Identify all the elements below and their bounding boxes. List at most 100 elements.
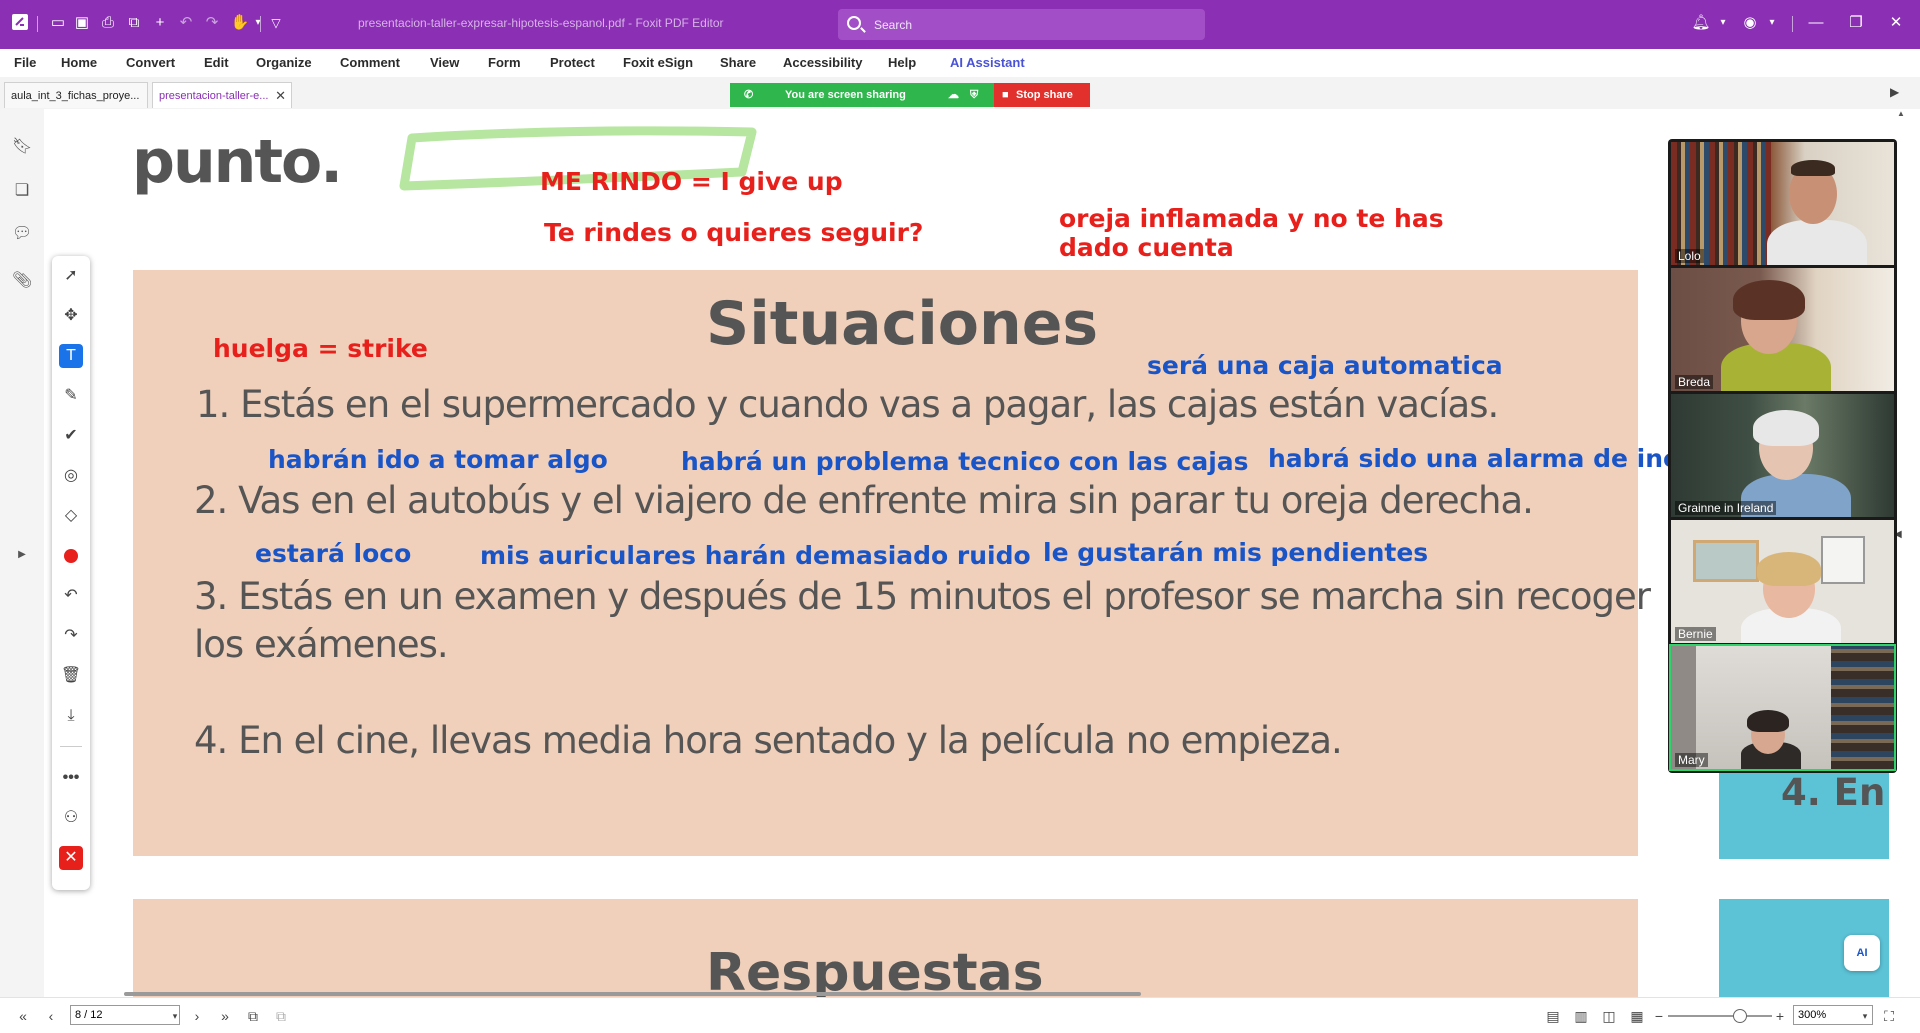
delete-annotations-icon[interactable]: 🗑︎ — [59, 664, 83, 688]
menu-form[interactable]: Form — [488, 55, 521, 70]
attachments-icon[interactable]: 📎︎ — [12, 271, 32, 291]
zoom-slider-handle[interactable] — [1733, 1009, 1747, 1023]
menu-convert[interactable]: Convert — [126, 55, 175, 70]
situation-item-4: 4. En el cine, llevas media hora sentado… — [194, 719, 1343, 762]
customize-quick-access-icon[interactable]: ▽ — [266, 13, 286, 33]
menu-protect[interactable]: Protect — [550, 55, 595, 70]
annotation-problema[interactable]: habrá un problema tecnico con las cajas — [681, 447, 1249, 476]
new-doc-icon[interactable]: + — [150, 13, 170, 33]
comments-icon[interactable]: 💬︎ — [12, 224, 32, 244]
menu-ai-assistant[interactable]: AI Assistant — [950, 55, 1025, 70]
facing-view-icon[interactable]: ◫ — [1600, 1007, 1618, 1025]
tab-presentacion[interactable]: presentacion-taller-e... ✕ — [152, 82, 292, 108]
save-icon[interactable]: ▣ — [72, 13, 92, 33]
redo-icon[interactable]: ↷ — [202, 13, 222, 33]
annotation-auriculares[interactable]: mis auriculares harán demasiado ruido — [480, 541, 1031, 570]
bookmark-icon[interactable]: 🔖︎ — [12, 137, 32, 157]
fullscreen-icon[interactable]: ⛶ — [1880, 1007, 1898, 1025]
account-icon[interactable]: ◉ — [1740, 13, 1760, 33]
search-box[interactable] — [838, 9, 1205, 40]
participant-tile[interactable]: Bernie — [1671, 520, 1894, 643]
participant-tile[interactable]: Lolo — [1671, 142, 1894, 265]
minimize-icon[interactable]: — — [1806, 13, 1826, 33]
zoom-out-icon[interactable]: − — [1650, 1007, 1668, 1025]
page-number-input[interactable] — [70, 1005, 180, 1025]
close-tab-icon[interactable]: ✕ — [275, 83, 286, 108]
stamp-icon[interactable]: ◎ — [59, 464, 83, 488]
more-options-icon[interactable]: ••• — [59, 766, 83, 790]
hand-tool-dropdown-icon[interactable]: ▾ — [248, 13, 268, 33]
next-page-icon[interactable]: › — [188, 1007, 206, 1025]
menu-home[interactable]: Home — [61, 55, 97, 70]
tab-scroll-right-icon[interactable]: ▶ — [1890, 85, 1899, 99]
annotator-name-icon[interactable]: ⚇ — [59, 806, 83, 830]
zoom-dropdown-icon[interactable]: ▾ — [1856, 1007, 1874, 1025]
save-annotations-icon[interactable]: ⤓ — [59, 704, 83, 728]
open-folder-icon[interactable]: ▭ — [48, 13, 68, 33]
annotation-me-rindo[interactable]: ME RINDO = I give up — [540, 167, 843, 196]
search-input[interactable] — [872, 15, 1176, 35]
annotation-ido[interactable]: habrán ido a tomar algo — [268, 445, 608, 474]
checkmark-icon[interactable]: ✔ — [59, 424, 83, 448]
undo-annotation-icon[interactable]: ↶ — [59, 584, 83, 608]
participant-tile[interactable]: Breda — [1671, 268, 1894, 391]
scroll-up-icon[interactable]: ▲ — [1897, 109, 1909, 118]
single-page-view-icon[interactable]: ▤ — [1544, 1007, 1562, 1025]
annotation-huelga[interactable]: huelga = strike — [213, 334, 428, 363]
redo-annotation-icon[interactable]: ↷ — [59, 624, 83, 648]
ai-assistant-float-icon[interactable]: AI — [1844, 935, 1880, 971]
move-icon[interactable]: ✥ — [59, 304, 83, 328]
stop-share-button[interactable]: ■ Stop share — [994, 83, 1090, 107]
first-page-icon[interactable]: « — [14, 1007, 32, 1025]
text-tool-icon[interactable]: T — [59, 344, 83, 368]
last-page-icon[interactable]: » — [216, 1007, 234, 1025]
close-annotation-icon[interactable]: ✕ — [59, 846, 83, 870]
continuous-facing-view-icon[interactable]: ▦ — [1628, 1007, 1646, 1025]
horizontal-scrollbar[interactable] — [124, 992, 1141, 996]
previous-view-icon[interactable]: ⧉ — [244, 1007, 262, 1025]
menu-foxit-esign[interactable]: Foxit eSign — [623, 55, 693, 70]
menu-accessibility[interactable]: Accessibility — [783, 55, 863, 70]
hand-tool-icon[interactable]: ✋ — [230, 13, 250, 33]
next-view-icon[interactable]: ⧉ — [272, 1007, 290, 1025]
pages-thumbnail-icon[interactable]: ❏ — [12, 181, 32, 201]
menu-file[interactable]: File — [14, 55, 36, 70]
restore-icon[interactable]: ❐ — [1846, 13, 1866, 33]
annotation-loco[interactable]: estará loco — [255, 539, 411, 568]
annotation-oreja-line2[interactable]: dado cuenta — [1059, 233, 1234, 262]
create-pdf-icon[interactable]: ⧉ — [124, 13, 144, 33]
menu-view[interactable]: View — [430, 55, 459, 70]
previous-page-icon[interactable]: ‹ — [42, 1007, 60, 1025]
close-window-icon[interactable]: ✕ — [1886, 13, 1906, 33]
participant-tile[interactable]: Mary — [1669, 644, 1896, 771]
account-dropdown-icon[interactable]: ▾ — [1762, 13, 1782, 33]
zoom-slider[interactable] — [1668, 1015, 1772, 1017]
menu-help[interactable]: Help — [888, 55, 916, 70]
zoom-in-icon[interactable]: + — [1771, 1007, 1789, 1025]
annotation-caja[interactable]: será una caja automatica — [1147, 351, 1503, 380]
menu-share[interactable]: Share — [720, 55, 756, 70]
notification-dropdown-icon[interactable]: ▾ — [1713, 13, 1733, 33]
print-icon[interactable]: ⎙ — [98, 13, 118, 33]
foxit-logo-icon[interactable] — [10, 13, 30, 33]
page-dropdown-icon[interactable]: ▾ — [166, 1007, 184, 1025]
annotation-pendientes[interactable]: le gustarán mis pendientes — [1043, 538, 1428, 567]
notification-bell-icon[interactable]: 🔔︎ — [1691, 13, 1711, 33]
continuous-view-icon[interactable]: ▥ — [1572, 1007, 1590, 1025]
color-picker-icon[interactable] — [59, 544, 83, 568]
pen-icon[interactable]: ✎ — [59, 384, 83, 408]
vertical-scrollbar[interactable]: ▲ ◀ — [1894, 109, 1920, 997]
eraser-icon[interactable]: ◇ — [59, 504, 83, 528]
annotation-te-rindes[interactable]: Te rindes o quieres seguir? — [544, 218, 923, 247]
participant-tile[interactable]: Grainne in Ireland — [1671, 394, 1894, 517]
tab-aula-int[interactable]: aula_int_3_fichas_proye... — [4, 82, 148, 108]
pdf-page-view[interactable]: punto. Situaciones 1. Estás en el superm… — [44, 109, 1894, 997]
select-pointer-icon[interactable]: ➚ — [59, 264, 83, 288]
undo-icon[interactable]: ↶ — [176, 13, 196, 33]
annotation-oreja-line1[interactable]: oreja inflamada y no te has — [1059, 204, 1444, 233]
annotation-alarma[interactable]: habrá sido una alarma de ince — [1268, 444, 1695, 473]
menu-organize[interactable]: Organize — [256, 55, 312, 70]
menu-edit[interactable]: Edit — [204, 55, 229, 70]
menu-comment[interactable]: Comment — [340, 55, 400, 70]
expand-panel-icon[interactable]: ▶ — [12, 545, 32, 565]
